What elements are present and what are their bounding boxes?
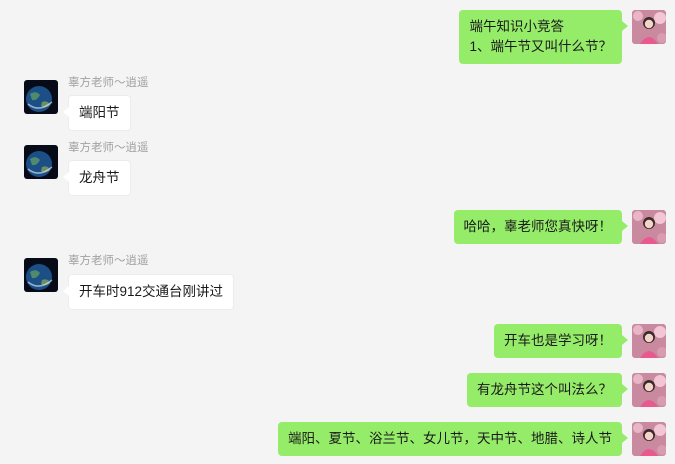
self-avatar-pink-portrait-icon[interactable] — [632, 373, 666, 407]
contact-avatar-earth-icon[interactable] — [24, 145, 58, 179]
contact-avatar-earth-icon[interactable] — [24, 258, 58, 292]
message-bubble-outgoing[interactable]: 端阳、夏节、浴兰节、女儿节，天中节、地腊、诗人节 — [278, 422, 628, 456]
self-avatar-pink-portrait-icon[interactable] — [632, 10, 666, 44]
message-text-line: 端午知识小竞答 — [469, 19, 564, 34]
self-avatar-pink-portrait-icon[interactable] — [632, 422, 666, 456]
message-text-line: 1、端午节又叫什么节？ — [469, 39, 612, 54]
message-bubble-outgoing[interactable]: 有龙舟节这个叫法么？ — [467, 373, 628, 407]
self-avatar-pink-portrait-icon[interactable] — [632, 210, 666, 244]
sender-name: 辜方老师～逍遥 — [68, 255, 149, 267]
message-bubble-incoming[interactable]: 龙舟节 — [63, 160, 131, 196]
message-bubble-outgoing[interactable]: 开车也是学习呀！ — [494, 324, 628, 358]
sender-name: 辜方老师～逍遥 — [68, 142, 149, 154]
message-bubble-outgoing[interactable]: 哈哈，辜老师您真快呀！ — [453, 210, 628, 244]
message-bubble-incoming[interactable]: 端阳节 — [63, 95, 131, 131]
sender-name: 辜方老师～逍遥 — [68, 77, 149, 89]
chat-window: { "colors": { "background": "#f4f4f4", "… — [0, 0, 675, 464]
contact-avatar-earth-icon[interactable] — [24, 80, 58, 114]
message-bubble-incoming[interactable]: 开车时912交通台刚讲过 — [62, 274, 235, 310]
message-bubble-outgoing[interactable]: 端午知识小竞答 1、端午节又叫什么节？ — [459, 10, 628, 64]
self-avatar-pink-portrait-icon[interactable] — [632, 324, 666, 358]
